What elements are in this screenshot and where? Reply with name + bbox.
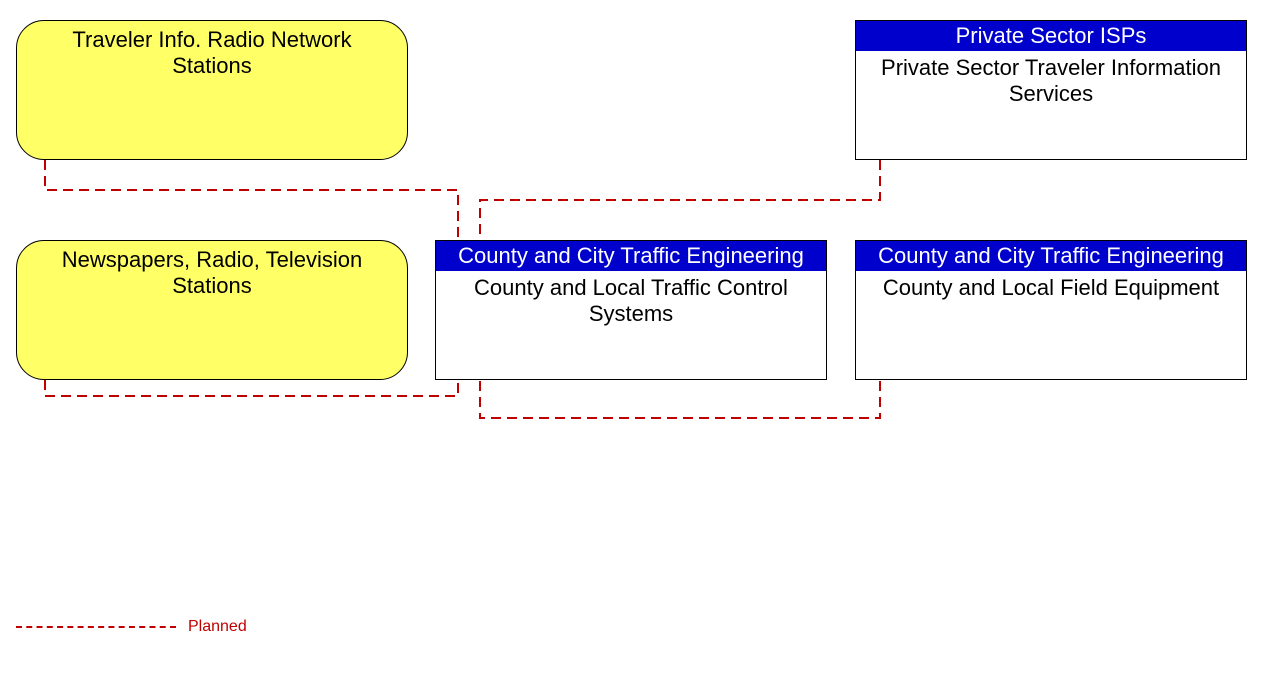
- node-field-equipment-header: County and City Traffic Engineering: [856, 241, 1246, 271]
- node-newspapers-label: Newspapers, Radio, Television Stations: [17, 241, 407, 305]
- legend: Planned: [16, 618, 247, 636]
- node-private-isps[interactable]: Private Sector ISPs Private Sector Trave…: [855, 20, 1247, 160]
- node-traveler-radio-label: Traveler Info. Radio Network Stations: [17, 21, 407, 85]
- node-traffic-control-header: County and City Traffic Engineering: [436, 241, 826, 271]
- node-private-isps-body: Private Sector Traveler Information Serv…: [856, 51, 1246, 111]
- node-newspapers[interactable]: Newspapers, Radio, Television Stations: [16, 240, 408, 380]
- legend-line-planned: [16, 626, 176, 628]
- node-traffic-control-body: County and Local Traffic Control Systems: [436, 271, 826, 331]
- architecture-diagram: Traveler Info. Radio Network Stations Ne…: [0, 0, 1261, 682]
- node-private-isps-header: Private Sector ISPs: [856, 21, 1246, 51]
- node-traveler-radio[interactable]: Traveler Info. Radio Network Stations: [16, 20, 408, 160]
- legend-label-planned: Planned: [188, 618, 247, 636]
- node-field-equipment[interactable]: County and City Traffic Engineering Coun…: [855, 240, 1247, 380]
- node-field-equipment-body: County and Local Field Equipment: [856, 271, 1246, 305]
- node-traffic-control[interactable]: County and City Traffic Engineering Coun…: [435, 240, 827, 380]
